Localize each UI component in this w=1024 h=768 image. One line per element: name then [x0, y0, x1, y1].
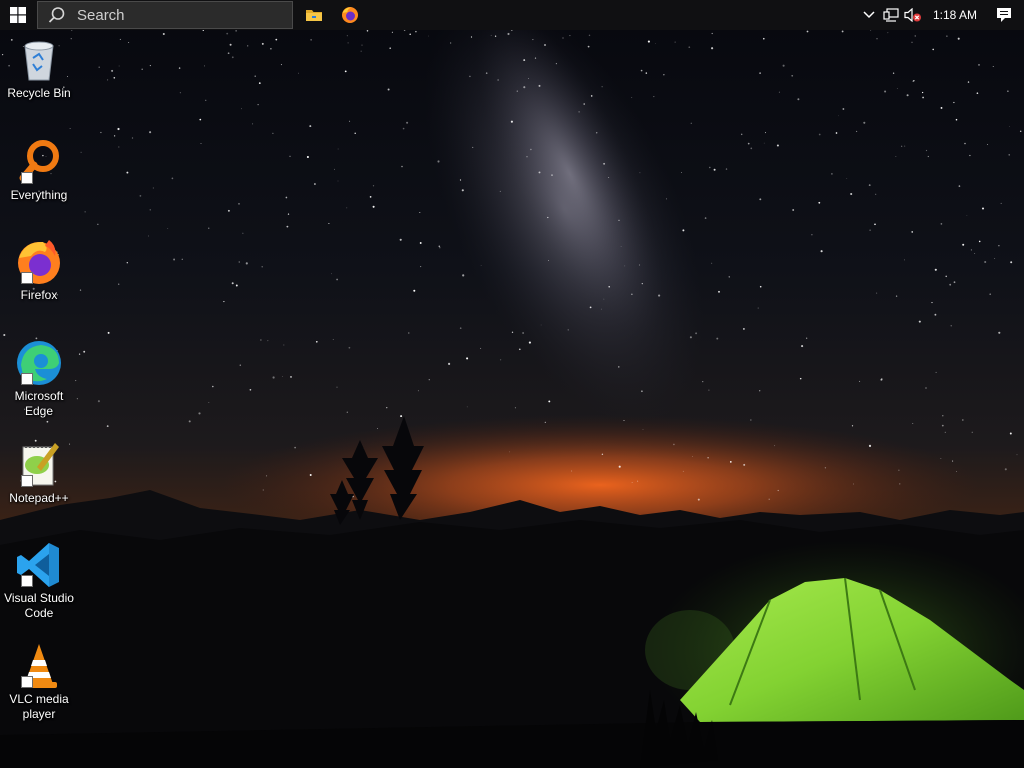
desktop-icon-label: Everything	[10, 188, 68, 202]
shortcut-arrow-icon	[21, 272, 33, 284]
search-icon	[48, 6, 70, 24]
network-icon	[883, 8, 899, 22]
folder-icon	[306, 10, 322, 21]
desktop-icon-label: Visual Studio Code	[4, 591, 74, 620]
desktop-icon-notepadpp[interactable]: Notepad++	[2, 441, 76, 506]
firefox-icon	[342, 7, 358, 23]
chevron-up-icon	[863, 11, 875, 19]
tray-volume[interactable]	[902, 0, 924, 30]
tray-clock[interactable]: 1:18 AM	[926, 8, 984, 22]
desktop-icon-everything[interactable]: Everything	[2, 138, 76, 203]
tray-network[interactable]	[880, 0, 902, 30]
taskbar: Search 1:18 AM	[0, 0, 1024, 30]
tray-overflow-button[interactable]	[858, 0, 880, 30]
taskbar-search-box[interactable]: Search	[37, 1, 293, 29]
desktop-icon-recycle-bin[interactable]: Recycle Bin	[2, 36, 76, 101]
taskbar-file-explorer[interactable]	[296, 0, 332, 30]
volume-muted-icon	[904, 8, 921, 22]
shortcut-arrow-icon	[21, 373, 33, 385]
desktop-icon-label: Microsoft Edge	[14, 389, 64, 418]
desktop-icon-label: Recycle Bin	[7, 86, 71, 100]
start-button[interactable]	[0, 0, 36, 30]
system-tray: 1:18 AM	[858, 0, 1024, 30]
recycle-bin-icon	[24, 41, 54, 81]
desktop-icon-label: Firefox	[20, 288, 58, 302]
windows-logo-icon	[10, 7, 26, 23]
shortcut-arrow-icon	[21, 575, 33, 587]
search-placeholder: Search	[77, 6, 125, 24]
taskbar-firefox[interactable]	[332, 0, 368, 30]
notification-icon	[997, 8, 1011, 22]
wallpaper	[0, 0, 1024, 768]
desktop-icon-microsoft-edge[interactable]: Microsoft Edge	[2, 339, 76, 419]
desktop-screen: Search 1:18 AM Recycle Bin Everything Fi…	[0, 0, 1024, 768]
desktop-icon-vlc[interactable]: VLC media player	[2, 642, 76, 722]
action-center-button[interactable]	[984, 0, 1024, 30]
shortcut-arrow-icon	[21, 475, 33, 487]
desktop-icon-vscode[interactable]: Visual Studio Code	[2, 541, 76, 621]
desktop-icon-firefox[interactable]: Firefox	[2, 238, 76, 303]
shortcut-arrow-icon	[21, 676, 33, 688]
desktop-icon-label: Notepad++	[9, 491, 69, 505]
shortcut-arrow-icon	[21, 172, 33, 184]
desktop-icon-label: VLC media player	[9, 692, 69, 721]
